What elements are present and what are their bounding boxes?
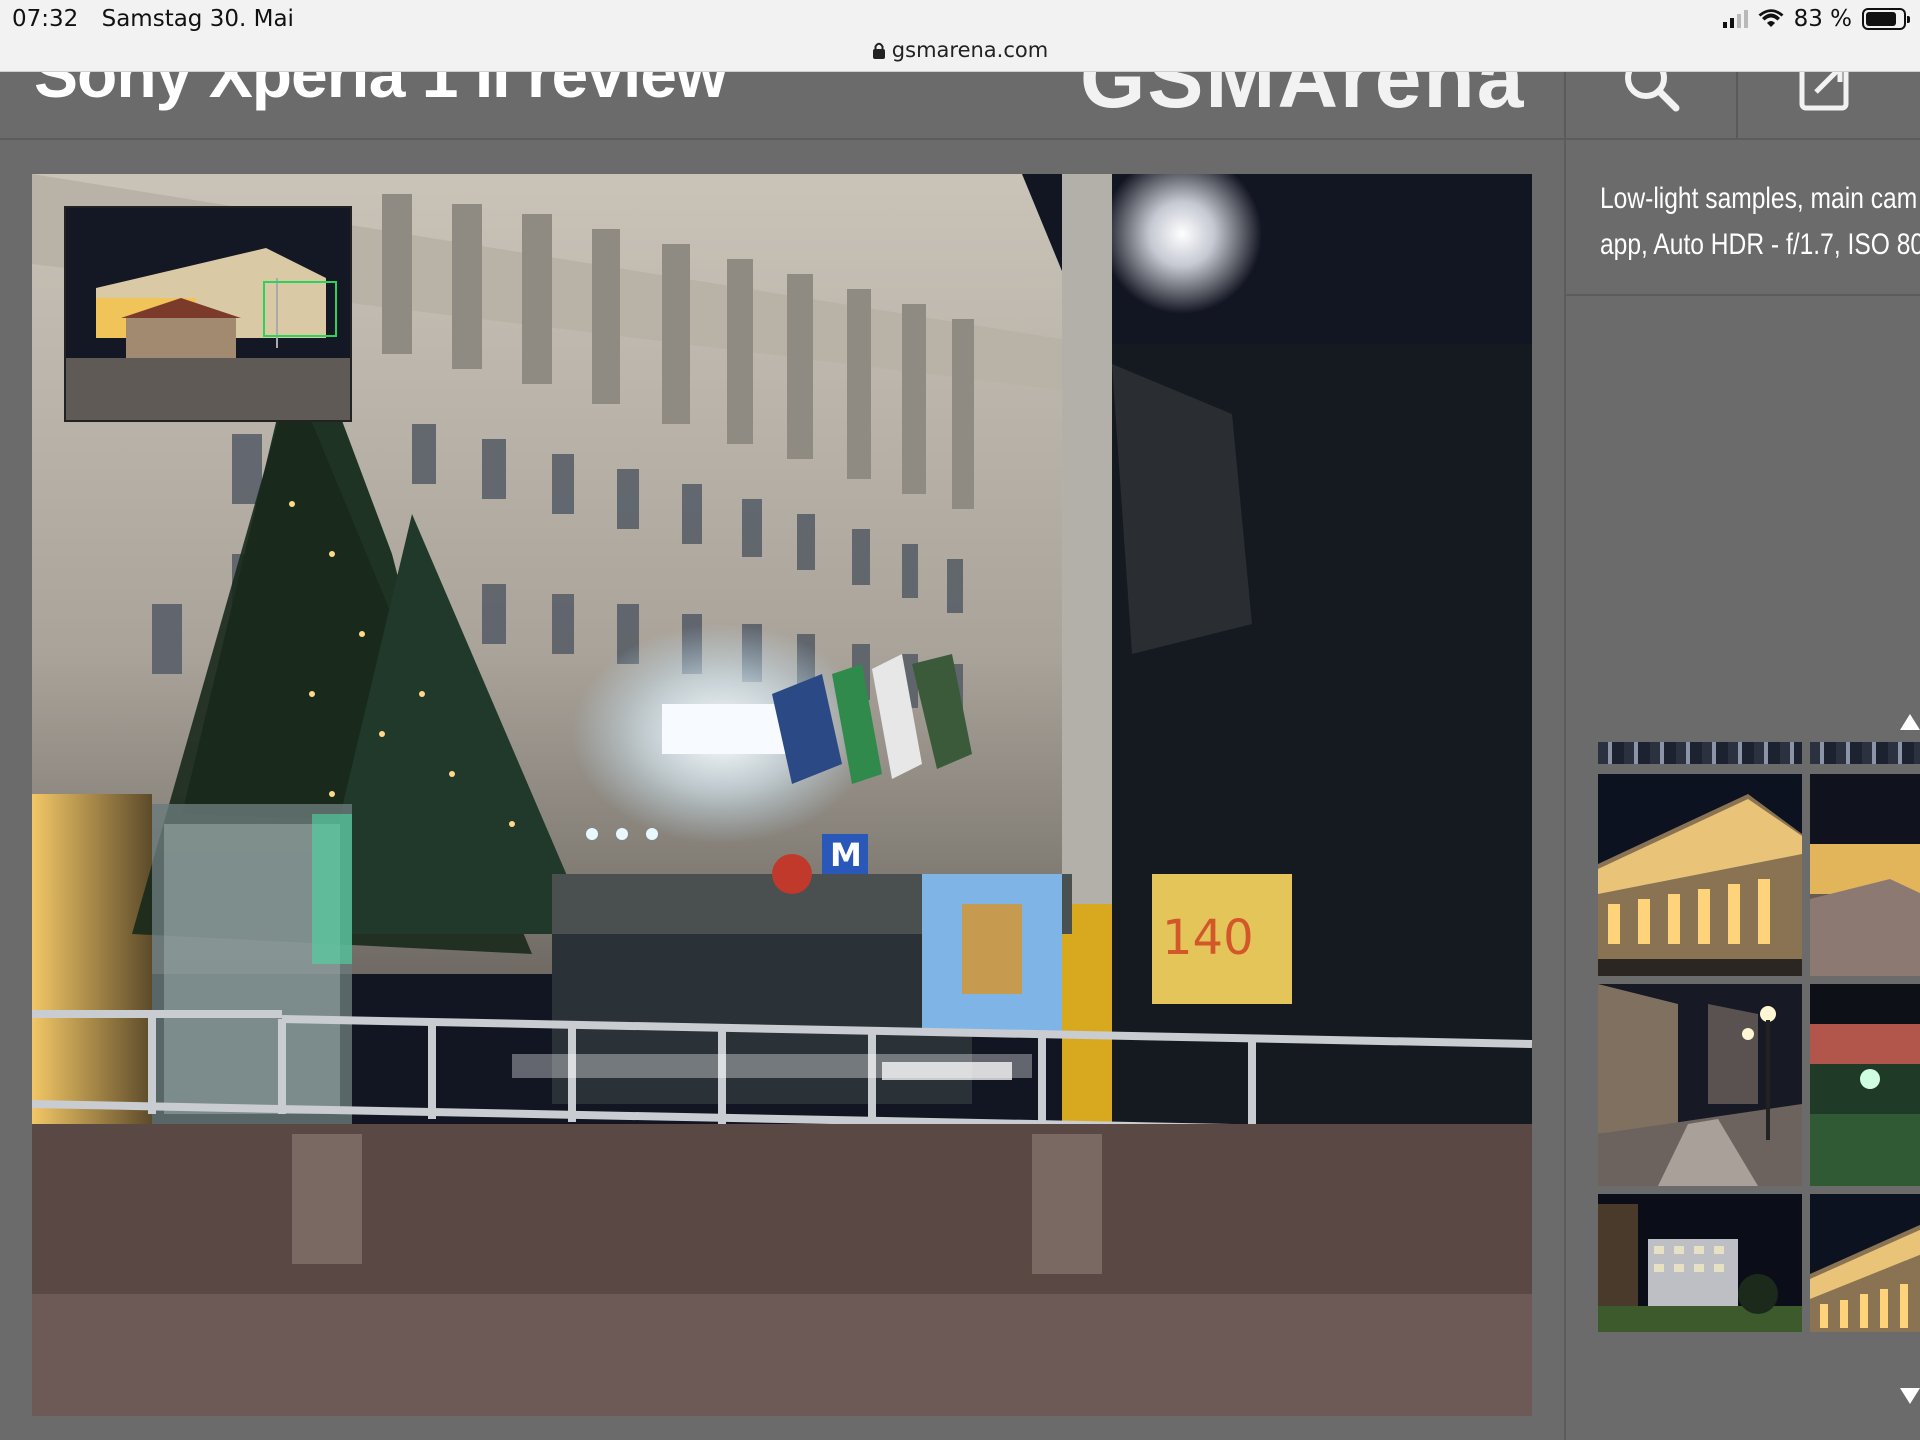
thumbnail-item[interactable] xyxy=(1810,984,1920,1186)
thumbnail-image xyxy=(1598,774,1802,976)
main-photo[interactable]: M 140 xyxy=(32,174,1532,1416)
thumbnail-image xyxy=(1598,1194,1802,1332)
thumbnail-strip-partial xyxy=(1598,742,1920,764)
search-icon xyxy=(1625,72,1680,112)
gallery-sidebar: Low-light samples, main cam app, Auto HD… xyxy=(1564,140,1920,1440)
search-button[interactable] xyxy=(1566,72,1738,138)
caption-line: app, Auto HDR - f/1.7, ISO 80 xyxy=(1600,228,1920,261)
svg-text:M: M xyxy=(830,836,862,874)
thumbnail-image xyxy=(1810,774,1920,976)
signal-icon xyxy=(1722,10,1748,28)
preview-inset xyxy=(64,206,352,422)
battery-percent: 83 % xyxy=(1793,6,1852,32)
battery-fill xyxy=(1866,12,1896,26)
url-text: gsmarena.com xyxy=(891,38,1049,62)
caption-line: Low-light samples, main cam xyxy=(1600,182,1918,215)
site-header: Sony Xperia 1 II review GSMArena xyxy=(0,72,1920,140)
lock-icon xyxy=(872,42,885,59)
status-date: Samstag 30. Mai xyxy=(101,6,294,32)
thumbnail-item[interactable] xyxy=(1598,984,1802,1186)
wifi-icon xyxy=(1758,9,1784,27)
thumbnail-image xyxy=(1598,984,1802,1186)
battery-icon xyxy=(1862,8,1910,30)
page-title: Sony Xperia 1 II review xyxy=(34,72,727,111)
thumbnail-item[interactable] xyxy=(1810,1194,1920,1332)
thumbnail-image xyxy=(1810,984,1920,1186)
status-bar: 07:32 Samstag 30. Mai 83 % gsmarena.com xyxy=(0,0,1920,72)
address-bar[interactable]: gsmarena.com xyxy=(0,38,1920,62)
share-button[interactable] xyxy=(1738,72,1910,138)
caption-divider xyxy=(1566,294,1920,296)
thumbnail-image xyxy=(1810,1194,1920,1332)
scroll-down-arrow-icon[interactable] xyxy=(1900,1388,1920,1404)
thumbnail-item[interactable] xyxy=(1598,1194,1802,1332)
scroll-up-arrow-icon[interactable] xyxy=(1900,714,1920,730)
thumbnail-item[interactable] xyxy=(1810,774,1920,976)
photo-caption: Low-light samples, main cam app, Auto HD… xyxy=(1600,176,1920,268)
status-left: 07:32 Samstag 30. Mai xyxy=(12,6,310,32)
thumbnail-item[interactable] xyxy=(1598,774,1802,976)
status-time: 07:32 xyxy=(12,6,79,32)
site-logo[interactable]: GSMArena xyxy=(1080,72,1525,127)
share-icon xyxy=(1799,72,1849,111)
preview-thumbnail xyxy=(66,208,350,420)
svg-text:140: 140 xyxy=(1162,910,1254,966)
status-right: 83 % xyxy=(1722,6,1910,32)
